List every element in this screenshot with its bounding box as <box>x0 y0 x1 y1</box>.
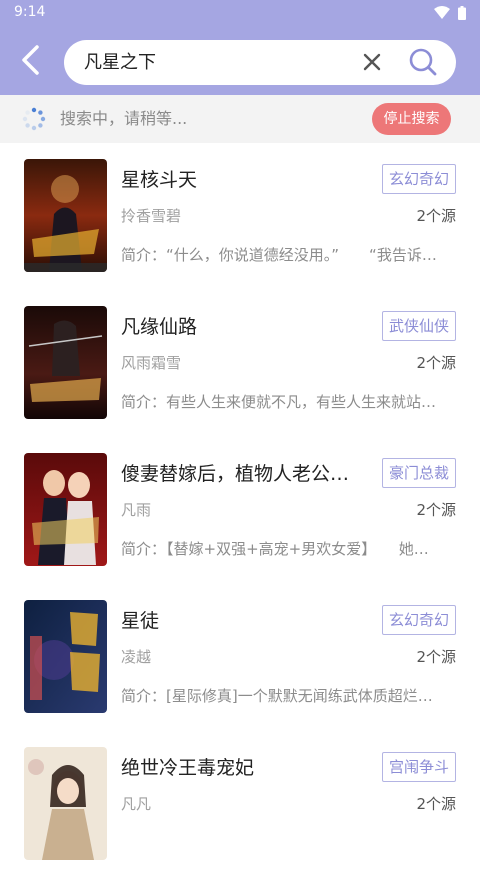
book-cover[interactable] <box>24 306 107 419</box>
book-source-count: 2个源 <box>416 207 456 225</box>
book-author: 风雨霜雪 <box>121 354 182 372</box>
book-title[interactable]: 凡缘仙路 <box>121 312 197 339</box>
book-genre-tag: 玄幻奇幻 <box>381 605 456 635</box>
book-title[interactable]: 傻妻替嫁后，植物人老公… <box>121 459 349 486</box>
book-source-count: 2个源 <box>416 795 456 813</box>
book-list: 星核斗天 玄幻奇幻 拎香雪碧 2个源 简介：“什么，你说道德经没用。” “我告诉… <box>0 143 480 878</box>
search-input[interactable]: 凡星之下 <box>64 40 456 85</box>
book-source-count: 2个源 <box>416 354 456 372</box>
book-item[interactable]: 傻妻替嫁后，植物人老公… 豪门总裁 凡雨 2个源 简介：【替嫁+双强+高宠+男欢… <box>0 437 480 584</box>
book-cover[interactable] <box>24 453 107 566</box>
book-item[interactable]: 星核斗天 玄幻奇幻 拎香雪碧 2个源 简介：“什么，你说道德经没用。” “我告诉… <box>0 143 480 290</box>
book-source-count: 2个源 <box>416 501 456 519</box>
wifi-icon <box>434 6 450 19</box>
book-author: 拎香雪碧 <box>121 207 182 225</box>
book-genre-tag: 豪门总裁 <box>381 458 456 488</box>
book-source-count: 2个源 <box>416 648 456 666</box>
battery-icon <box>458 6 466 20</box>
status-bar: 9:14 <box>0 0 480 26</box>
searching-text: 搜索中，请稍等... <box>60 109 188 128</box>
book-cover[interactable] <box>24 600 107 713</box>
status-time: 9:14 <box>14 4 46 20</box>
book-intro: 简介：【替嫁+双强+高宠+男欢女爱】 她… <box>121 540 429 558</box>
book-intro: 简介：“什么，你说道德经没用。” “我告诉… <box>121 246 437 264</box>
status-icons <box>434 6 466 20</box>
book-author: 凡凡 <box>121 795 152 813</box>
search-header: 凡星之下 <box>0 26 480 95</box>
loading-spinner-icon <box>22 107 46 131</box>
book-title[interactable]: 星核斗天 <box>121 165 197 192</box>
book-item[interactable]: 星徒 玄幻奇幻 凌越 2个源 简介：[星际修真]一个默默无闻练武体质超烂… <box>0 584 480 731</box>
book-genre-tag: 宫闱争斗 <box>381 752 456 782</box>
book-title[interactable]: 绝世冷王毒宠妃 <box>121 753 254 780</box>
book-cover[interactable] <box>24 159 107 272</box>
book-cover[interactable] <box>24 747 107 860</box>
book-genre-tag: 玄幻奇幻 <box>381 164 456 194</box>
book-author: 凡雨 <box>121 501 152 519</box>
book-author: 凌越 <box>121 648 152 666</box>
book-genre-tag: 武侠仙侠 <box>381 311 456 341</box>
search-icon[interactable] <box>408 47 438 77</box>
book-intro: 简介：有些人生来便就不凡，有些人生来就站… <box>121 393 437 411</box>
search-progress-bar: 搜索中，请稍等... 停止搜索 <box>0 95 480 143</box>
book-item[interactable]: 绝世冷王毒宠妃 宫闱争斗 凡凡 2个源 <box>0 731 480 878</box>
close-icon[interactable] <box>360 50 384 74</box>
search-query[interactable]: 凡星之下 <box>84 40 156 85</box>
book-intro: 简介：[星际修真]一个默默无闻练武体质超烂… <box>121 687 433 705</box>
book-title[interactable]: 星徒 <box>121 606 159 633</box>
stop-search-button[interactable]: 停止搜索 <box>372 103 451 135</box>
back-arrow-icon[interactable] <box>14 42 50 78</box>
book-item[interactable]: 凡缘仙路 武侠仙侠 风雨霜雪 2个源 简介：有些人生来便就不凡，有些人生来就站… <box>0 290 480 437</box>
